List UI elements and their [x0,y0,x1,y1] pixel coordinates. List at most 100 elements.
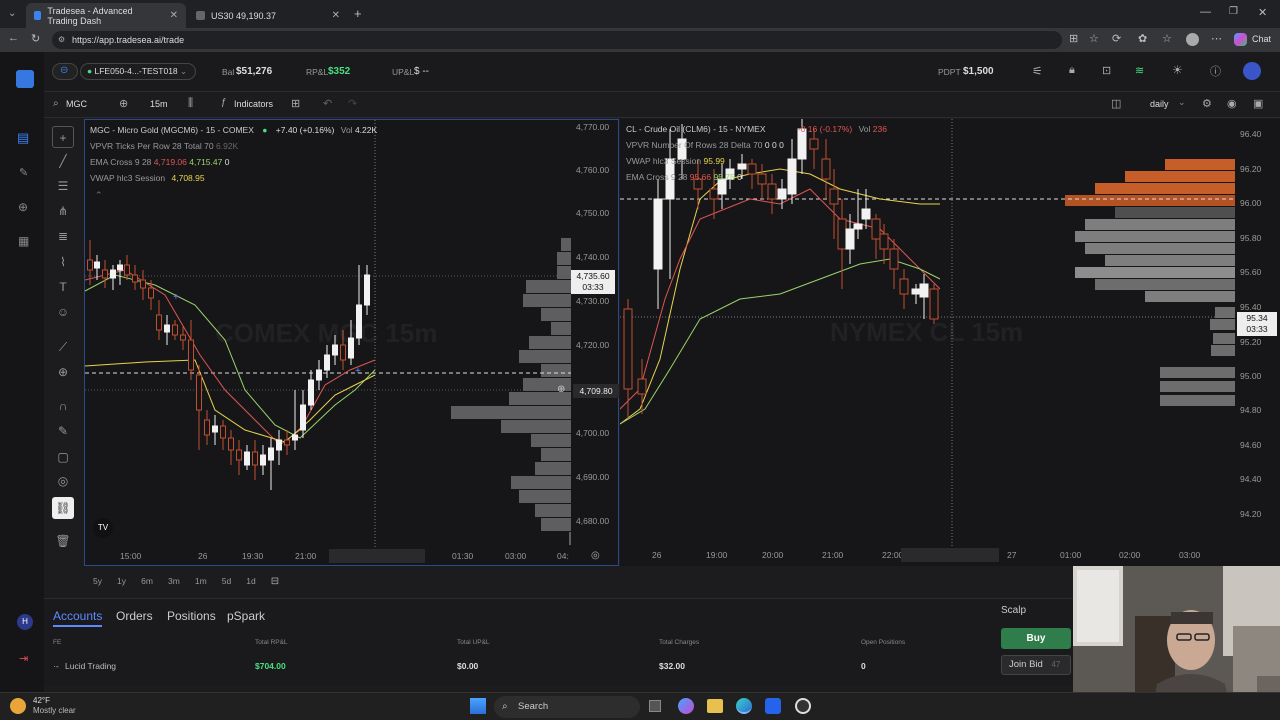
chart-mgc[interactable]: + + COMEX MGC 15m MGC - Micro Gold (MGCM6… [84,119,619,566]
add-symbol-icon[interactable]: ⊕ [119,97,128,110]
templates-icon[interactable]: ⊞ [291,97,300,110]
vwap-legend[interactable]: VWAP hlc3 Session 4,708.95 [90,173,205,183]
time-axis-settings-icon[interactable]: ◎ [591,550,600,561]
tab-tradesea[interactable]: Tradesea - Advanced Trading Dash ✕ [26,3,186,28]
user-avatar[interactable]: H [17,614,33,630]
close-icon[interactable]: ✕ [332,10,340,21]
target-icon[interactable]: ⊕ [18,200,28,214]
timeframe-3m[interactable]: 3m [168,576,180,586]
add-alert-icon[interactable]: ⊕ [557,384,565,395]
install-app-icon[interactable]: ⊞ [1069,32,1078,45]
layout-split-icon[interactable]: ◫ [1111,97,1121,110]
tab-positions[interactable]: Positions [167,609,216,623]
edge-browser-icon[interactable] [736,698,752,714]
screenshot-icon[interactable]: ⊡ [1102,64,1111,77]
profile-avatar[interactable] [1186,33,1199,46]
trendline-tool-icon[interactable]: ╱ [52,150,74,172]
app-logo-icon[interactable] [16,70,34,88]
draw-icon[interactable]: ✎ [19,166,28,179]
favorite-star-icon[interactable]: ☆ [1089,32,1099,45]
file-explorer-icon[interactable] [707,699,723,713]
more-menu-icon[interactable]: ⋯ [1211,32,1222,45]
extensions-icon[interactable]: ⟳ [1112,32,1121,45]
buy-button[interactable]: Buy [1001,628,1071,649]
vwap-legend[interactable]: VWAP hlc3 Session 95.99 [626,156,725,166]
chat-label[interactable]: Chat [1252,34,1271,44]
pencil-lock-icon[interactable]: ✎ [52,420,74,442]
sliders-icon[interactable]: ⚟ [1032,64,1043,78]
tab-pspark[interactable]: pSpark [227,609,265,623]
search-icon[interactable]: ⌕ [53,98,59,109]
period-selector[interactable]: daily [1150,99,1169,109]
task-view-icon[interactable] [649,700,661,712]
ruler-tool-icon[interactable]: ⟋ [52,336,74,358]
tab-list-icon[interactable]: ⌄ [8,8,16,19]
lock-drawings-icon[interactable]: ▢ [52,446,74,468]
crosshair-tool-icon[interactable]: + [52,126,74,148]
join-bid-button[interactable]: Join Bid 47 [1001,655,1071,675]
timeframe-5d[interactable]: 5d [222,576,231,586]
settings-icon[interactable]: ⚙ [1202,97,1212,110]
copilot-icon[interactable] [1234,33,1247,46]
chevron-down-icon[interactable]: ⌄ [1178,97,1186,108]
reload-icon[interactable]: ↻ [31,32,40,45]
snapshot-icon[interactable]: ◉ [1227,97,1237,110]
fib-tool-icon[interactable]: ≣ [52,225,74,247]
candle-type-icon[interactable]: ⫼ [188,97,193,110]
magnet-icon[interactable]: ∩ [52,395,74,417]
logout-icon[interactable]: ⇥ [19,652,28,665]
site-info-icon[interactable]: ⚙ [58,31,65,49]
tab-us30[interactable]: US30 49,190.37 ✕ [188,3,348,28]
url-field[interactable]: ⚙ https://app.tradesea.ai/trade [52,31,1062,49]
lock-icon[interactable]: 🔒︎ [1069,64,1075,77]
help-icon[interactable]: ⓘ [1210,63,1221,79]
collapse-legend-icon[interactable]: ⌃ [95,190,103,201]
copilot-taskbar-icon[interactable] [678,698,694,714]
calendar-range-icon[interactable]: ⊟ [271,576,279,587]
weather-icon[interactable] [10,698,26,714]
timeframe-5y[interactable]: 5y [93,576,102,586]
account-selector[interactable]: ● LFE050-4...-TEST018 ⌄ [80,63,196,80]
undo-icon[interactable]: ↶ [323,97,332,110]
text-tool-icon[interactable]: T [52,276,74,298]
vpvr-legend[interactable]: VPVR Ticks Per Row 28 Total 70 6.92K [90,141,238,151]
restore-icon[interactable]: ❐ [1229,6,1238,17]
indicators-icon[interactable]: ƒ [221,97,227,108]
chart-cl[interactable]: NYMEX CL 15m CL - Crude Oil (CLM6) - 15 … [620,119,1280,566]
close-icon[interactable]: ✕ [170,10,178,21]
indicators-button[interactable]: Indicators [234,99,273,109]
ema-legend[interactable]: EMA Cross 9 28 95.66 95.75 0 [626,172,742,182]
connection-icon[interactable]: ≋ [1135,64,1144,77]
timeframe-1d[interactable]: 1d [246,576,255,586]
link-icon[interactable]: ⛓ [52,497,74,519]
user-menu-icon[interactable] [1243,62,1261,80]
pattern-tool-icon[interactable]: ☺ [52,301,74,323]
chart-layout-icon[interactable]: ▤ [17,130,29,146]
brush-tool-icon[interactable]: ⌇ [52,251,74,273]
tab-accounts[interactable]: Accounts [53,609,103,627]
new-tab-icon[interactable]: + [354,6,362,21]
layout-toggle[interactable]: ⊝ [52,63,78,80]
ema-legend[interactable]: EMA Cross 9 28 4,719.06 4,715.47 0 [90,157,229,167]
obs-icon[interactable] [795,698,811,714]
taskbar-search[interactable]: ⌕ Search [494,696,640,718]
symbol-input[interactable]: MGC [66,99,87,109]
horizontal-lines-icon[interactable]: ☰ [52,175,74,197]
tab-orders[interactable]: Orders [116,609,153,623]
camera-icon[interactable]: ▣ [1253,97,1263,110]
minimize-icon[interactable]: — [1200,6,1211,18]
theme-icon[interactable]: ☀ [1172,63,1183,77]
timeframe-1y[interactable]: 1y [117,576,126,586]
redo-icon[interactable]: ↷ [348,97,357,110]
tradingview-logo-icon[interactable]: TV [93,518,113,538]
timeframe-1m[interactable]: 1m [195,576,207,586]
zoom-in-icon[interactable]: ⊕ [52,361,74,383]
windows-start-icon[interactable] [470,698,486,714]
trash-icon[interactable]: 🗑︎ [52,530,74,552]
timeframe-6m[interactable]: 6m [141,576,153,586]
vpvr-legend[interactable]: VPVR Number Of Rows 28 Delta 70 0 0 0 [626,140,784,150]
pitchfork-tool-icon[interactable]: ⋔ [52,200,74,222]
visibility-icon[interactable]: ◎ [52,470,74,492]
window-close-icon[interactable]: ✕ [1258,6,1267,19]
store-icon[interactable] [765,698,781,714]
